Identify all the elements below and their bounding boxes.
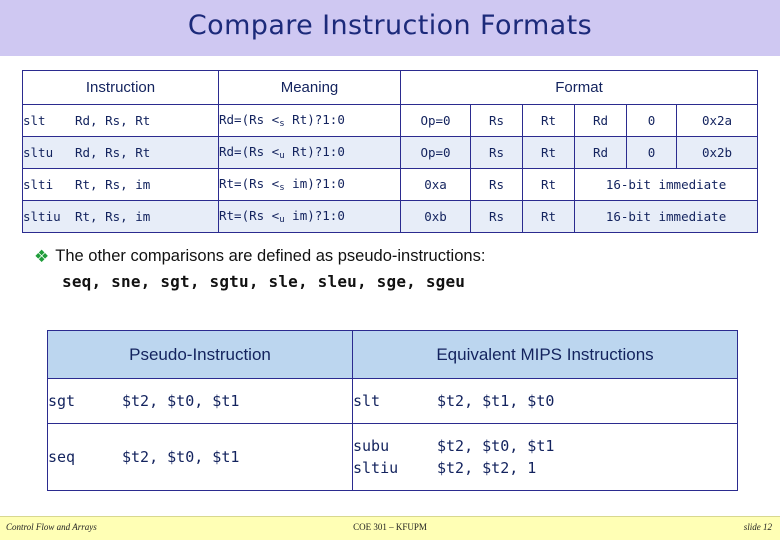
pseudo-args: $t2, $t0, $t1 [122,448,240,466]
instruction-mnemonic: slti [23,177,54,192]
pseudo-instruction-table: Pseudo-Instruction Equivalent MIPS Instr… [47,330,738,491]
footer-slide-number: slide 12 [743,522,772,532]
cell-field-op: Op=0 [400,104,471,137]
pseudo-table-header-row: Pseudo-Instruction Equivalent MIPS Instr… [47,330,738,379]
meaning-pre: Rt=(Rs < [219,176,280,191]
header-instruction: Instruction [22,70,219,105]
cell-instruction: sltiu Rt, Rs, im [22,200,219,233]
header-format: Format [399,70,759,105]
instruction-operands: Rd, Rs, Rt [75,113,151,128]
table-row: slti Rt, Rs, im Rt=(Rs <s im)?1:0 0xa Rs … [22,168,759,201]
cell-field-shamt: 0 [626,136,677,169]
cell-field-rs: Rs [470,104,523,137]
pseudo-table-row: seq $t2, $t0, $t1 subu $t2, $t0, $t1 sltiu… [47,423,738,491]
footer-bar: Control Flow and Arrays COE 301 – KFUPM … [0,516,780,540]
bullet-line: ❖ The other comparisons are defined as ps… [34,247,754,267]
instruction-operands: Rt, Rs, im [75,177,151,192]
cell-field-op: 0xb [400,200,471,233]
pseudo-op: sgt [48,392,76,410]
instruction-format-table: Instruction Meaning Format slt Rd, Rs, Rt… [22,70,759,233]
meaning-pre: Rt=(Rs < [219,208,280,223]
slide: Compare Instruction Formats Instruction … [0,0,780,540]
cell-instruction: slti Rt, Rs, im [22,168,219,201]
cell-field-op: Op=0 [400,136,471,169]
cell-field-rs: Rs [470,136,523,169]
cell-equivalent-instructions: slt $t2, $t1, $t0 [352,378,738,424]
cell-field-rt: Rt [522,168,575,201]
pseudo-op: seq [48,448,76,466]
equiv-line: sltiu $t2, $t2, 1 [353,457,737,480]
bullet-text: The other comparisons are defined as pse… [55,247,486,265]
header-pseudo-instruction: Pseudo-Instruction [47,330,353,379]
page-title: Compare Instruction Formats [187,10,593,41]
footer-center-text: COE 301 – KFUPM [353,522,427,532]
meaning-post: im)?1:0 [284,176,345,191]
cell-instruction: sltu Rd, Rs, Rt [22,136,219,169]
meaning-post: Rt)?1:0 [284,112,345,127]
pseudo-args: $t2, $t0, $t1 [122,392,240,410]
instruction-mnemonic: slt [23,113,46,128]
table-row: sltiu Rt, Rs, im Rt=(Rs <u im)?1:0 0xb Rs… [22,200,759,233]
cell-field-rs: Rs [470,200,523,233]
table-row: sltu Rd, Rs, Rt Rd=(Rs <u Rt)?1:0 Op=0 Rs… [22,136,759,169]
instruction-operands: Rd, Rs, Rt [75,145,151,160]
cell-field-op: 0xa [400,168,471,201]
equiv-args: $t2, $t2, 1 [437,459,537,477]
meaning-pre: Rd=(Rs < [219,144,280,159]
instruction-operands: Rt, Rs, im [75,209,151,224]
cell-field-shamt: 0 [626,104,677,137]
cell-meaning: Rt=(Rs <s im)?1:0 [218,168,401,201]
table-header-row: Instruction Meaning Format [22,70,759,105]
cell-pseudo-instruction: sgt $t2, $t0, $t1 [47,378,353,424]
instruction-mnemonic: sltu [23,145,54,160]
meaning-post: im)?1:0 [284,208,345,223]
cell-field-rd: Rd [574,104,627,137]
equiv-line: subu $t2, $t0, $t1 [353,435,737,458]
meaning-pre: Rd=(Rs < [219,112,280,127]
equiv-op: slt [353,392,381,410]
instruction-mnemonic: sltiu [23,209,61,224]
cell-meaning: Rd=(Rs <s Rt)?1:0 [218,104,401,137]
equiv-args: $t2, $t0, $t1 [437,436,555,455]
cell-field-funct: 0x2a [675,104,759,137]
cell-field-funct: 0x2b [675,136,759,169]
header-equivalent-mips: Equivalent MIPS Instructions [352,330,738,379]
cell-field-rs: Rs [470,168,523,201]
cell-field-rt: Rt [522,136,575,169]
cell-field-rt: Rt [522,104,575,137]
meaning-post: Rt)?1:0 [284,144,345,159]
cell-field-immediate: 16-bit immediate [573,168,759,201]
equiv-op: subu [353,436,390,455]
cell-meaning: Rd=(Rs <u Rt)?1:0 [218,136,401,169]
pseudo-instruction-list: seq, sne, sgt, sgtu, sle, sleu, sge, sge… [62,272,466,291]
cell-equivalent-instructions: subu $t2, $t0, $t1 sltiu $t2, $t2, 1 [352,423,738,491]
cell-pseudo-instruction: seq $t2, $t0, $t1 [47,423,353,491]
cell-field-rd: Rd [574,136,627,169]
pseudo-table-row: sgt $t2, $t0, $t1 slt $t2, $t1, $t0 [47,378,738,424]
equiv-args: $t2, $t1, $t0 [437,392,555,410]
table-row: slt Rd, Rs, Rt Rd=(Rs <s Rt)?1:0 Op=0 Rs … [22,104,759,137]
cell-instruction: slt Rd, Rs, Rt [22,104,219,137]
cell-field-rt: Rt [522,200,575,233]
header-meaning: Meaning [218,70,401,105]
equiv-op: sltiu [353,459,399,477]
cell-field-immediate: 16-bit immediate [573,200,759,233]
cell-meaning: Rt=(Rs <u im)?1:0 [218,200,401,233]
diamond-bullet-icon: ❖ [34,247,50,267]
